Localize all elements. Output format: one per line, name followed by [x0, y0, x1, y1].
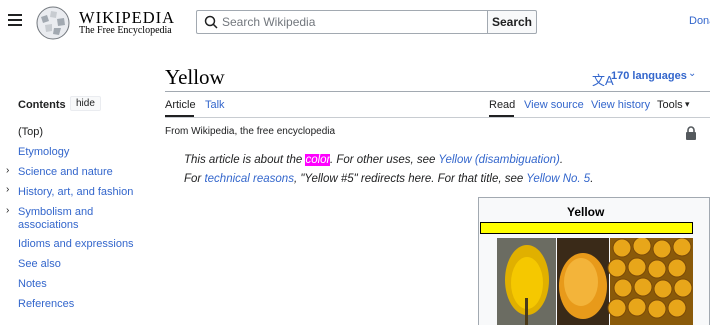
chevron-right-icon[interactable]: ›: [6, 184, 9, 195]
title-divider: [165, 91, 710, 92]
infobox-image-collage[interactable]: [497, 238, 693, 325]
tab-tools[interactable]: Tools: [657, 99, 683, 111]
infobox-title: Yellow: [567, 205, 605, 219]
hatnote-text: This article is about the: [184, 154, 306, 166]
wikipedia-tagline: The Free Encyclopedia: [79, 25, 172, 36]
tab-view-source[interactable]: View source: [524, 99, 584, 111]
infobox-color-swatch: [480, 222, 693, 234]
link-yellow-no-5[interactable]: Yellow No. 5: [526, 173, 590, 185]
toc-item-history-art-fashion[interactable]: History, art, and fashion: [18, 186, 133, 199]
toc-item-see-also[interactable]: See also: [18, 258, 61, 271]
search-icon: [204, 15, 218, 29]
main-menu-icon[interactable]: [8, 14, 22, 26]
tab-view-history[interactable]: View history: [591, 99, 650, 111]
page-title: Yellow: [165, 65, 225, 89]
toc-item-references[interactable]: References: [18, 298, 74, 311]
toc-item-idioms[interactable]: Idioms and expressions: [18, 238, 134, 251]
hatnote-redirect: For technical reasons, "Yellow #5" redir…: [184, 173, 593, 185]
toc-heading: Contents: [18, 99, 66, 111]
wikipedia-logo-globe[interactable]: [35, 5, 71, 41]
toc-item-top[interactable]: (Top): [18, 126, 43, 139]
lock-icon[interactable]: [685, 126, 697, 140]
hatnote-text: For: [184, 173, 205, 185]
hatnote-text: . For other uses, see: [329, 154, 439, 166]
hatnote-text: , "Yellow #5" redirects here. For that t…: [293, 173, 527, 185]
chevron-down-icon[interactable]: ⌄: [688, 68, 696, 79]
toc-item-symbolism[interactable]: Symbolism and associations: [18, 206, 128, 232]
chevron-down-icon[interactable]: ▾: [685, 99, 690, 110]
highlight-color: color: [305, 154, 330, 166]
chevron-right-icon[interactable]: ›: [6, 205, 9, 216]
link-technical-reasons[interactable]: technical reasons: [204, 173, 294, 185]
toc-item-notes[interactable]: Notes: [18, 278, 47, 291]
toc-hide-button[interactable]: hide: [70, 96, 101, 111]
hatnote-text: .: [590, 173, 594, 185]
search-button[interactable]: Search: [487, 10, 537, 34]
toc-item-etymology[interactable]: Etymology: [18, 146, 69, 159]
tabs-divider: [165, 117, 710, 118]
toc-item-science-and-nature[interactable]: Science and nature: [18, 166, 113, 179]
hatnote-about: This article is about the color. For oth…: [184, 154, 563, 166]
hatnote-text: .: [559, 154, 564, 166]
tab-talk[interactable]: Talk: [205, 99, 225, 111]
search-input[interactable]: [222, 13, 482, 31]
from-wikipedia-tagline: From Wikipedia, the free encyclopedia: [165, 126, 336, 137]
donate-link[interactable]: Donate: [689, 15, 710, 27]
tab-read[interactable]: Read: [489, 99, 515, 111]
language-button[interactable]: 170 languages: [611, 70, 687, 82]
link-yellow-disambiguation[interactable]: Yellow (disambiguation): [438, 154, 559, 166]
chevron-right-icon[interactable]: ›: [6, 165, 9, 176]
tab-article[interactable]: Article: [165, 99, 196, 111]
